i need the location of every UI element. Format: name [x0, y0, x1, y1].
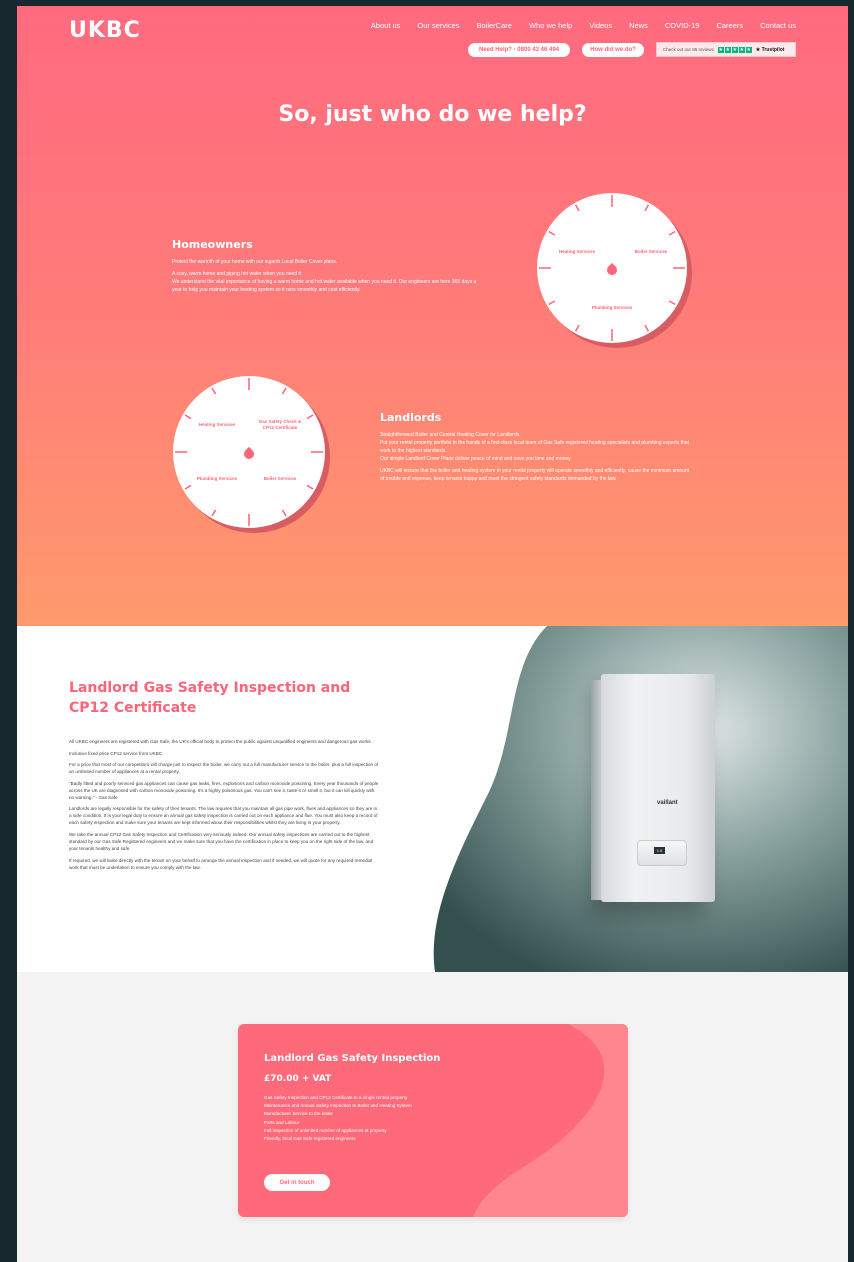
- landlords-portfolio: Put your rental property portfolio in th…: [380, 440, 690, 454]
- nav-news[interactable]: News: [629, 21, 648, 30]
- nav-videos[interactable]: Videos: [589, 21, 612, 30]
- feature-item: Maintenance and Annual Safety Inspection…: [264, 1103, 412, 1109]
- boiler-display: 1.5: [654, 847, 665, 854]
- landlords-detail: UKBC will ensure that the boiler and hea…: [380, 468, 690, 482]
- nav-who-we-help[interactable]: Who we help: [529, 21, 572, 30]
- landlords-text: Straightforward Boiler and Central Heati…: [380, 431, 692, 487]
- gas-safety-section: Landlord Gas Safety Inspection and CP12 …: [17, 626, 848, 972]
- gas-safety-title: Landlord Gas Safety Inspection and CP12 …: [69, 680, 351, 716]
- page: UKBC About us Our services BoilerCare Wh…: [17, 6, 848, 1262]
- trustpilot-widget[interactable]: Check out our 86 reviews ★ ★ ★ ★ ★ ★ Tru…: [656, 42, 796, 57]
- price-card: Landlord Gas Safety Inspection £70.00 + …: [238, 1024, 628, 1217]
- gas-safety-p4: "Badly fitted and poorly serviced gas ap…: [69, 780, 379, 800]
- star-icon: ★: [724, 46, 731, 53]
- dial-label-gas-safety: Gas Safety Check & CP12 Certificate: [258, 419, 302, 430]
- gas-safety-p5: Landlords are legally responsible for th…: [69, 806, 378, 826]
- homeowners-detail: We understand the vital importance of ha…: [172, 279, 477, 293]
- need-help-button[interactable]: Need Help? - 0800 43 46 494: [468, 43, 570, 57]
- boiler-control-panel: 1.5: [637, 840, 687, 866]
- feature-item: Friendly, local Gas Safe registered engi…: [264, 1136, 356, 1142]
- gas-safety-p1: All UKBC engineers are registered with G…: [69, 739, 372, 744]
- feature-item: Parts and Labour: [264, 1119, 300, 1125]
- feature-item: Gas Safety Inspection and CP12 Certifica…: [264, 1095, 408, 1100]
- feature-item: Manufacturer Service to the boiler: [264, 1111, 333, 1117]
- trustpilot-text: Check out our 86 reviews: [663, 47, 714, 52]
- nav-covid-19[interactable]: COVID-19: [665, 21, 700, 30]
- dial-label-boiler: Boiler Services: [263, 476, 297, 481]
- hero-section: UKBC About us Our services BoilerCare Wh…: [17, 6, 848, 626]
- price-card-features: Gas Safety Inspection and CP12 Certifica…: [264, 1094, 412, 1143]
- nav-about-us[interactable]: About us: [371, 21, 401, 30]
- gas-safety-p6: We take the annual CP12 Gas Safety Inspe…: [69, 831, 374, 851]
- feature-item: Full inspection of unlimited number of a…: [264, 1127, 387, 1133]
- dial-label-plumbing: Plumbing Services: [591, 305, 633, 310]
- dial-label-heating: Heating Services: [558, 249, 596, 254]
- boiler-side: [591, 680, 601, 900]
- homeowners-title: Homeowners: [172, 238, 253, 251]
- trustpilot-brand: ★ Trustpilot: [755, 46, 785, 53]
- gas-safety-p3: For a price that most of our competitors…: [69, 762, 379, 775]
- star-icon: ★: [745, 46, 752, 53]
- homeowners-intro: Protect the warmth of your home with our…: [172, 259, 338, 265]
- dial-label-heating: Heating Services: [198, 422, 236, 427]
- landlords-title: Landlords: [380, 411, 442, 424]
- homeowners-services-dial: Heating Services Boiler Services Plumbin…: [537, 193, 687, 343]
- nav-our-services[interactable]: Our services: [417, 21, 459, 30]
- dial-label-plumbing: Plumbing Services: [196, 476, 238, 481]
- how-did-we-do-button[interactable]: How did we do?: [582, 43, 644, 57]
- dial-label-boiler: Boiler Services: [634, 249, 668, 254]
- homeowners-text: Protect the warmth of your home with our…: [172, 258, 482, 298]
- nav-contact-us[interactable]: Contact us: [760, 21, 796, 30]
- gas-safety-p2: Inclusive fixed price CP12 service from …: [69, 750, 163, 756]
- price-card-price: £70.00 + VAT: [264, 1074, 332, 1084]
- boiler-brand-logo: vaillant: [657, 800, 678, 806]
- boiler-image: vaillant 1.5: [591, 674, 715, 902]
- nav-careers[interactable]: Careers: [716, 21, 743, 30]
- get-in-touch-button[interactable]: Get in touch: [264, 1174, 330, 1191]
- page-title: So, just who do we help?: [278, 102, 587, 127]
- pricing-section: Landlord Gas Safety Inspection £70.00 + …: [17, 972, 848, 1262]
- main-nav: About us Our services BoilerCare Who we …: [371, 21, 796, 30]
- landlords-plans: Our simple Landlord Cover Plans deliver …: [380, 456, 572, 462]
- price-card-title: Landlord Gas Safety Inspection: [264, 1053, 441, 1064]
- gas-safety-p7: If required, we will liaise directly wit…: [69, 857, 373, 870]
- homeowners-tagline: A cosy, warm home and piping hot water w…: [172, 271, 303, 277]
- nav-boilercare[interactable]: BoilerCare: [477, 21, 512, 30]
- star-icon: ★: [731, 46, 738, 53]
- gas-safety-body: All UKBC engineers are registered with G…: [69, 738, 379, 875]
- landlords-services-dial: Heating Services Gas Safety Check & CP12…: [173, 376, 325, 528]
- star-icon: ★: [717, 46, 724, 53]
- landlords-intro: Straightforward Boiler and Central Heati…: [380, 432, 521, 438]
- trustpilot-stars: ★ ★ ★ ★ ★: [717, 46, 752, 53]
- star-icon: ★: [738, 46, 745, 53]
- ukbc-logo[interactable]: UKBC: [69, 18, 141, 43]
